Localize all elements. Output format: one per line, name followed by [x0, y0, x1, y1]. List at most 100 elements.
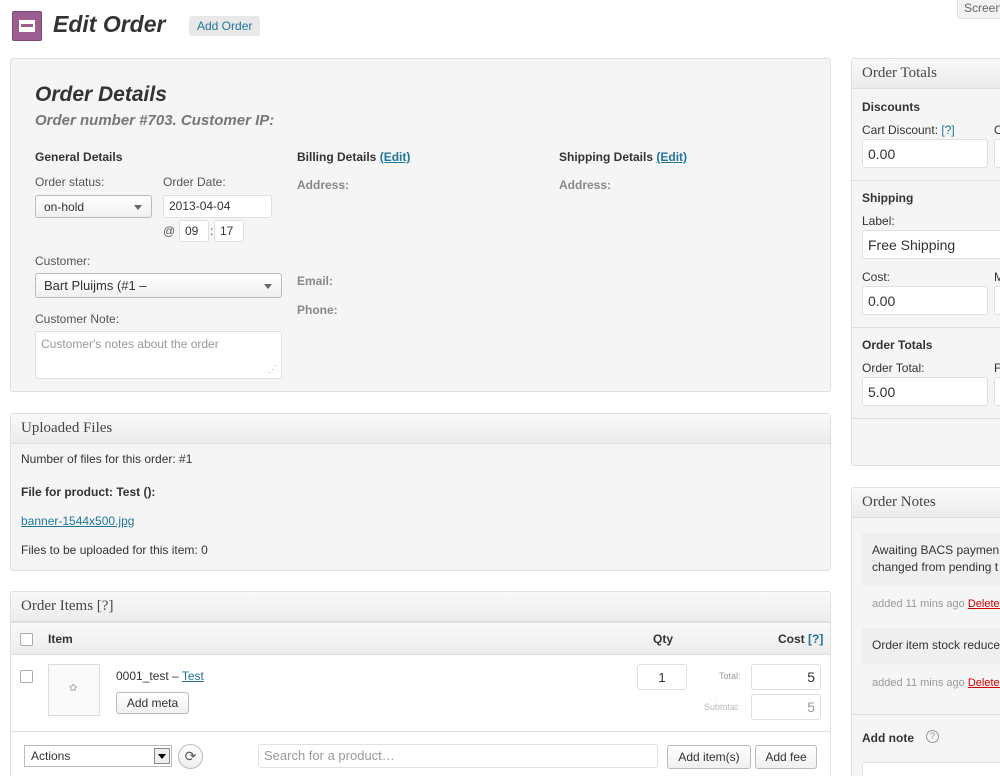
order-totals-heading: Order Totals	[852, 59, 1000, 89]
customer-note-textarea[interactable]: Customer's notes about the order ⋰	[35, 331, 282, 379]
payment-method-label: F	[994, 361, 1000, 375]
column-item: Item	[48, 632, 73, 646]
page-title: Edit Order	[53, 11, 166, 37]
add-order-button[interactable]: Add Order	[189, 16, 261, 36]
at-symbol: @	[163, 224, 176, 238]
row-divider	[11, 731, 830, 732]
shipping-cost-input[interactable]: 0.00	[862, 286, 988, 315]
divider	[852, 418, 1000, 419]
shipping-method-select[interactable]	[994, 286, 1000, 315]
order-minute-input[interactable]: 17	[214, 220, 244, 242]
select-all-checkbox[interactable]	[20, 633, 33, 646]
delete-note-link[interactable]: Delete n	[968, 677, 1000, 689]
uploaded-file-link[interactable]: banner-1544x500.jpg	[21, 514, 134, 528]
billing-phone-label: Phone:	[297, 303, 338, 317]
order-items-heading: Order Items [?]	[11, 592, 830, 622]
add-note-label: Add note	[862, 731, 914, 745]
order-total-label: Order Total:	[862, 361, 925, 375]
note-text-line: Order item stock reduce	[872, 638, 1000, 652]
customer-select[interactable]: Bart Pluijms (#1 –	[35, 273, 282, 298]
files-count-text: Number of files for this order: #1	[21, 452, 193, 466]
order-hour-input[interactable]: 09	[179, 220, 209, 242]
add-note-textarea[interactable]	[862, 762, 1000, 776]
billing-details-heading: Billing Details (Edit)	[297, 150, 410, 164]
billing-email-label: Email:	[297, 274, 334, 288]
item-product-link[interactable]: Test	[182, 669, 204, 683]
customer-label: Customer:	[35, 254, 91, 268]
chevron-down-icon	[154, 748, 170, 764]
chevron-down-icon	[264, 283, 272, 289]
order-discount-label: O	[994, 123, 1000, 137]
chevron-down-icon	[134, 204, 142, 210]
screen-options-button[interactable]: Screen	[957, 0, 1000, 19]
order-total-input[interactable]: 5.00	[862, 377, 988, 406]
note-text-line: Awaiting BACS paymen	[872, 543, 1000, 557]
order-discount-input[interactable]	[994, 139, 1000, 168]
billing-details-title: Billing Details	[297, 150, 377, 164]
order-notes-heading: Order Notes	[852, 488, 1000, 518]
add-fee-button[interactable]: Add fee	[755, 745, 817, 769]
shipping-method-label: M	[994, 270, 1000, 284]
column-qty: Qty	[653, 632, 674, 646]
product-search-input[interactable]: Search for a product…	[258, 744, 658, 768]
general-details-heading: General Details	[35, 150, 123, 164]
note-text-line: changed from pending t	[872, 560, 999, 574]
customer-note-placeholder: Customer's notes about the order	[41, 337, 219, 351]
shipping-cost-label: Cost:	[862, 270, 891, 284]
note-meta: added 11 mins ago Delete n	[872, 598, 1000, 610]
cart-discount-input[interactable]: 0.00	[862, 139, 988, 168]
order-status-label: Order status:	[35, 175, 105, 189]
shipping-details-heading: Shipping Details (Edit)	[559, 150, 687, 164]
shipping-label-input[interactable]: Free Shipping	[862, 230, 1000, 259]
note-timestamp: added 11 mins ago	[872, 598, 965, 610]
divider	[852, 180, 1000, 181]
files-to-upload-text: Files to be uploaded for this item: 0	[21, 543, 208, 557]
resize-grip-icon: ⋰	[268, 364, 277, 374]
item-subtotal-label: Subtotal:	[704, 702, 740, 712]
delete-note-link[interactable]: Delete n	[968, 598, 1000, 610]
table-row: ✿ 0001_test – Test Add meta 1 Total: 5 S…	[11, 656, 830, 730]
item-name: 0001_test – Test	[116, 669, 204, 683]
cart-discount-help-link[interactable]: [?]	[941, 123, 954, 137]
orders-page-icon	[12, 11, 42, 41]
product-thumbnail: ✿	[48, 664, 100, 716]
add-items-button[interactable]: Add item(s)	[667, 745, 751, 769]
order-note: Order item stock reduce	[862, 628, 1000, 664]
order-totals-subheading: Order Totals	[862, 338, 933, 352]
help-icon[interactable]: ?	[926, 730, 939, 743]
item-total-label: Total:	[719, 671, 741, 681]
item-subtotal-input[interactable]: 5	[751, 694, 821, 720]
order-date-input[interactable]: 2013-04-04	[163, 195, 272, 218]
billing-edit-link[interactable]: (Edit)	[380, 150, 411, 164]
item-total-input[interactable]: 5	[751, 664, 821, 690]
actions-select-value: Actions	[31, 749, 71, 763]
order-items-table-header	[11, 622, 830, 655]
billing-address-label: Address:	[297, 178, 350, 192]
order-date-label: Order Date:	[163, 175, 226, 189]
time-colon: :	[210, 224, 214, 238]
cost-help-link[interactable]: [?]	[808, 632, 823, 646]
note-timestamp: added 11 mins ago	[872, 677, 965, 689]
column-cost: Cost [?]	[778, 632, 823, 646]
shipping-details-title: Shipping Details	[559, 150, 654, 164]
add-meta-button[interactable]: Add meta	[116, 692, 189, 714]
shipping-edit-link[interactable]: (Edit)	[656, 150, 687, 164]
file-for-product-label: File for product: Test ():	[21, 485, 156, 499]
cart-discount-label: Cart Discount: [?]	[862, 123, 955, 137]
actions-select[interactable]: Actions	[24, 745, 172, 767]
customer-value: Bart Pluijms (#1 –	[44, 278, 147, 293]
item-qty-input[interactable]: 1	[637, 664, 687, 690]
row-checkbox[interactable]	[20, 670, 33, 683]
order-status-select[interactable]: on-hold	[35, 195, 152, 218]
image-placeholder-icon: ✿	[69, 683, 78, 694]
uploaded-files-heading: Uploaded Files	[11, 414, 830, 444]
order-note: Awaiting BACS paymen changed from pendin…	[862, 533, 1000, 586]
customer-note-label: Customer Note:	[35, 312, 120, 326]
item-sku: 0001_test –	[116, 669, 179, 683]
divider	[852, 327, 1000, 328]
column-cost-label: Cost	[778, 632, 805, 646]
cart-discount-label-text: Cart Discount:	[862, 123, 939, 137]
refresh-icon[interactable]: ⟳	[178, 744, 203, 769]
shipping-heading: Shipping	[862, 191, 914, 205]
payment-method-select[interactable]	[994, 377, 1000, 406]
